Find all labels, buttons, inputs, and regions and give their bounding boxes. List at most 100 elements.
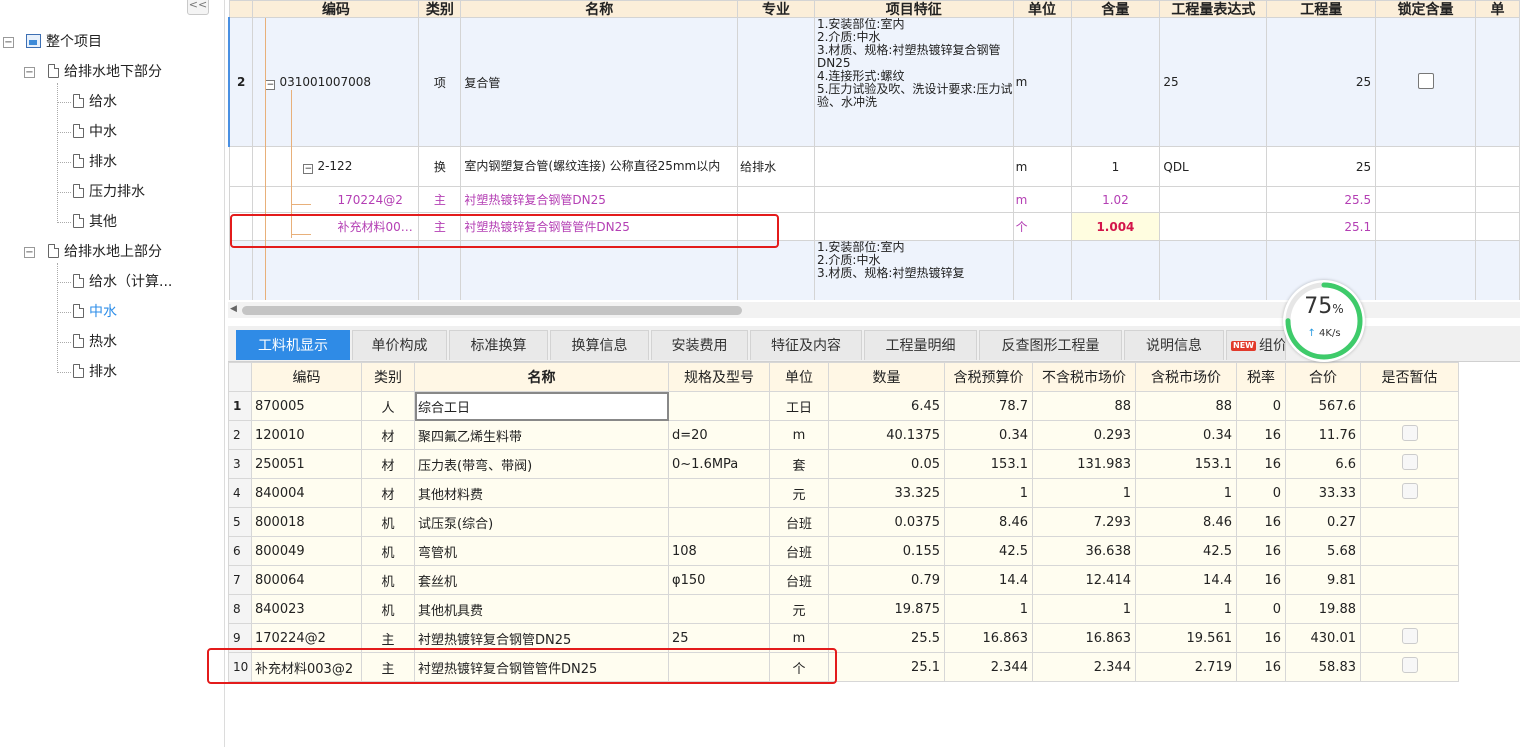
item-content[interactable]: 1.02 [1070, 186, 1161, 213]
provisional-cell[interactable] [1360, 594, 1459, 624]
resource-spec[interactable] [668, 391, 770, 421]
item-features[interactable]: 1.安装部位:室内 2.介质:中水 3.材质、规格:衬塑热镀锌复合钢管 DN25… [813, 17, 1014, 147]
tree-item-drainage-2[interactable]: 排水 [73, 361, 117, 383]
resource-market-price[interactable]: 88 [1135, 391, 1237, 421]
resource-quantity[interactable]: 25.5 [828, 623, 945, 653]
col-header-expression[interactable]: 工程量表达式 [1159, 0, 1268, 18]
tab-reverse-lookup[interactable]: 反查图形工程量 [979, 330, 1122, 360]
resource-market-price-ex-tax[interactable]: 7.293 [1032, 507, 1136, 537]
resource-name[interactable]: 其他材料费 [414, 478, 669, 508]
resource-tax-rate[interactable]: 16 [1236, 449, 1286, 479]
col-header-lock-content[interactable]: 锁定含量 [1375, 0, 1476, 18]
tab-quantity-detail[interactable]: 工程量明细 [864, 330, 977, 360]
resource-total[interactable]: 11.76 [1285, 420, 1361, 450]
resource-market-price-ex-tax[interactable]: 131.983 [1032, 449, 1136, 479]
col-header-name[interactable]: 名称 [414, 362, 669, 392]
resource-quantity[interactable]: 0.0375 [828, 507, 945, 537]
collapse-toggle-icon[interactable]: − [303, 164, 314, 174]
item-quantity[interactable]: 25 [1266, 146, 1377, 187]
scroll-left-icon[interactable]: ◀ [230, 304, 237, 314]
resource-unit[interactable]: 套 [769, 449, 829, 479]
item-name[interactable]: 复合管 [460, 17, 739, 147]
provisional-checkbox[interactable] [1401, 425, 1418, 441]
provisional-checkbox[interactable] [1401, 657, 1418, 673]
resource-quantity[interactable]: 0.155 [828, 536, 945, 566]
provisional-cell[interactable] [1360, 391, 1459, 421]
resource-market-price[interactable]: 153.1 [1135, 449, 1237, 479]
tab-description[interactable]: 说明信息 [1124, 330, 1224, 360]
tree-item-reclaimed-water[interactable]: 中水 [73, 121, 117, 143]
tree-collapse-icon[interactable]: − [24, 247, 35, 258]
resource-tax-rate[interactable]: 16 [1236, 652, 1286, 682]
table-row[interactable]: 2 −031001007008 项 复合管 1.安装部位:室内 2.介质:中水 … [228, 17, 1520, 147]
tree-item-water-supply[interactable]: 给水 [73, 91, 117, 113]
col-header-provisional[interactable]: 是否暂估 [1360, 362, 1459, 392]
item-unit[interactable]: m [1012, 186, 1072, 213]
resource-code[interactable]: 840004 [251, 478, 362, 508]
resource-market-price[interactable]: 0.34 [1135, 420, 1237, 450]
item-code[interactable]: 170224@2 [252, 186, 420, 213]
item-unit[interactable]: m [1012, 146, 1072, 187]
resource-quantity[interactable]: 6.45 [828, 391, 945, 421]
resource-code[interactable]: 800064 [251, 565, 362, 595]
table-row[interactable]: 170224@2 主 衬塑热镀锌复合钢管DN25 m 1.02 25.5 [228, 186, 1520, 213]
resource-type[interactable]: 机 [361, 507, 415, 537]
col-header-code[interactable]: 编码 [251, 362, 362, 392]
table-row[interactable]: 8 840023 机其他机具费元 19.875 1 1 1 0 19.88 [228, 594, 1459, 624]
resource-total[interactable]: 6.6 [1285, 449, 1361, 479]
resource-market-price[interactable]: 1 [1135, 594, 1237, 624]
resource-code[interactable]: 840023 [251, 594, 362, 624]
resource-unit[interactable]: 台班 [769, 565, 829, 595]
col-header-market-price[interactable]: 含税市场价 [1135, 362, 1237, 392]
collapse-panel-button[interactable]: << [187, 0, 209, 15]
resource-total[interactable]: 33.33 [1285, 478, 1361, 508]
resource-total[interactable]: 430.01 [1285, 623, 1361, 653]
resource-market-price[interactable]: 19.561 [1135, 623, 1237, 653]
tab-standard-conversion[interactable]: 标准换算 [449, 330, 548, 360]
col-header-type[interactable]: 类别 [418, 0, 462, 18]
resource-name[interactable]: 试压泵(综合) [414, 507, 669, 537]
collapse-toggle-icon[interactable]: − [265, 79, 276, 90]
col-header-major[interactable]: 专业 [737, 0, 815, 18]
resource-quantity[interactable]: 33.325 [828, 478, 945, 508]
resource-tax-rate[interactable]: 16 [1236, 565, 1286, 595]
col-header-unit[interactable]: 单位 [1012, 0, 1072, 18]
resource-budget-price[interactable]: 14.4 [944, 565, 1033, 595]
resource-market-price-ex-tax[interactable]: 16.863 [1032, 623, 1136, 653]
provisional-cell[interactable] [1360, 478, 1459, 508]
resource-type[interactable]: 人 [361, 391, 415, 421]
resource-type[interactable]: 机 [361, 536, 415, 566]
resource-unit[interactable]: 工日 [769, 391, 829, 421]
resource-tax-rate[interactable]: 16 [1236, 420, 1286, 450]
resource-name[interactable]: 综合工日 [414, 391, 669, 421]
resource-type[interactable]: 材 [361, 449, 415, 479]
scrollbar-thumb[interactable] [242, 306, 742, 315]
provisional-cell[interactable] [1360, 565, 1459, 595]
resource-total[interactable]: 58.83 [1285, 652, 1361, 682]
provisional-checkbox[interactable] [1401, 454, 1418, 470]
resource-market-price-ex-tax[interactable]: 1 [1032, 478, 1136, 508]
resource-code[interactable]: 800049 [251, 536, 362, 566]
tab-conversion-info[interactable]: 换算信息 [550, 330, 649, 360]
col-header-total[interactable]: 合价 [1285, 362, 1361, 392]
col-header-content[interactable]: 含量 [1070, 0, 1161, 18]
item-content[interactable]: 1.004 [1070, 212, 1161, 241]
table-row[interactable]: 5 800018 机试压泵(综合) 台班 0.0375 8.46 7.293 8.46 16 0.… [228, 507, 1459, 537]
table-row[interactable]: −2-122 换 室内钢塑复合管(螺纹连接) 公称直径25mm以内 给排水 m … [228, 146, 1520, 187]
resource-tax-rate[interactable]: 0 [1236, 594, 1286, 624]
resource-spec[interactable]: φ150 [668, 565, 770, 595]
lock-content-cell[interactable] [1375, 17, 1476, 147]
resource-quantity[interactable]: 0.05 [828, 449, 945, 479]
resource-budget-price[interactable]: 78.7 [944, 391, 1033, 421]
tree-group-underground[interactable]: 给排水地下部分 [48, 61, 162, 83]
resource-tax-rate[interactable]: 0 [1236, 478, 1286, 508]
item-unit[interactable]: 个 [1012, 212, 1072, 241]
resource-type[interactable]: 材 [361, 478, 415, 508]
resource-name[interactable]: 聚四氟乙烯生料带 [414, 420, 669, 450]
col-header-budget-price[interactable]: 含税预算价 [944, 362, 1033, 392]
resource-spec[interactable] [668, 507, 770, 537]
resource-name[interactable]: 套丝机 [414, 565, 669, 595]
resource-unit[interactable]: 元 [769, 478, 829, 508]
table-row[interactable]: 2 120010 材聚四氟乙烯生料带 d=20 m 40.1375 0.34 0.293 0.3… [228, 420, 1459, 450]
resource-tax-rate[interactable]: 16 [1236, 623, 1286, 653]
